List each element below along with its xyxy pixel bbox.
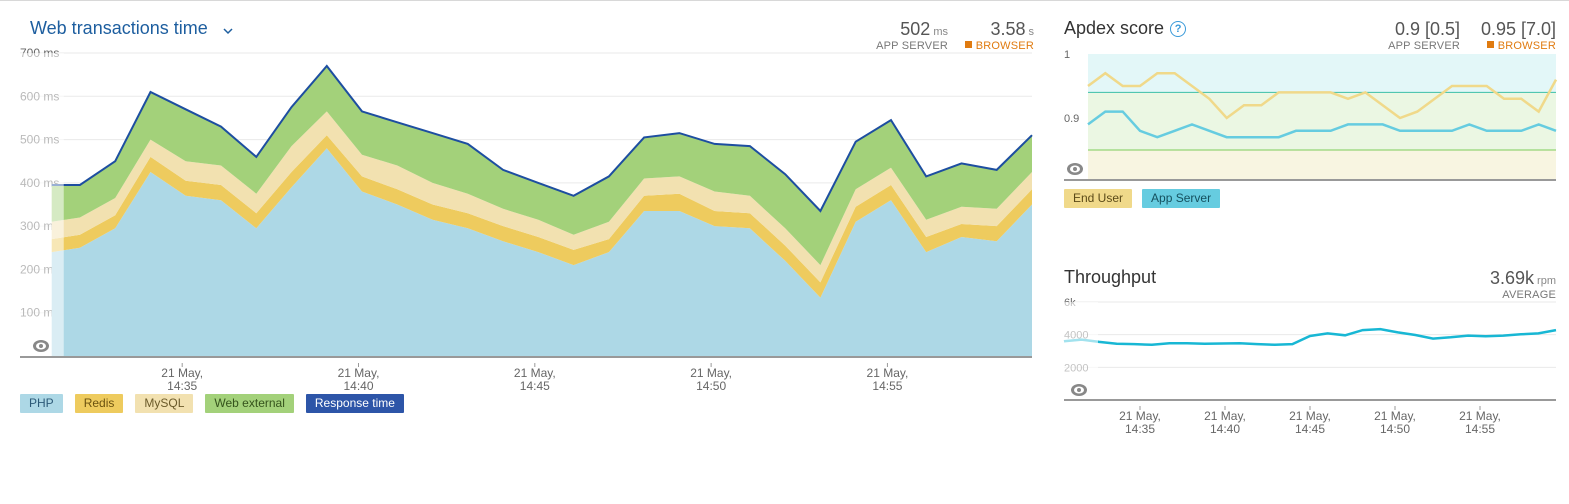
web-chart-title-dropdown[interactable]: Web transactions time	[30, 18, 233, 40]
web-app-server-unit: ms	[933, 26, 948, 38]
eye-icon-pupil	[39, 344, 43, 348]
eye-icon	[1071, 384, 1087, 396]
x-tick-date-4: 21 May,	[1459, 409, 1501, 423]
top-border	[0, 0, 1569, 1]
x-tick-date-3: 21 May,	[1374, 409, 1416, 423]
apdex-legend: End User App Server	[1064, 189, 1221, 208]
throughput-line	[1063, 327, 1557, 347]
x-tick-time-2: 14:45	[520, 379, 550, 393]
web-transactions-chart: 700 ms600 ms500 ms400 ms300 ms200 ms100 …	[20, 46, 1033, 393]
x-tick-time-0: 14:35	[167, 379, 197, 393]
x-tick-time-4: 14:55	[872, 379, 902, 393]
web-browser-value: 3.58	[990, 19, 1026, 39]
throughput-value: 3.69k	[1490, 268, 1535, 288]
eye-icon	[1067, 163, 1083, 175]
legend-response-time[interactable]: Response time	[305, 394, 404, 413]
legend-web-external[interactable]: Web external	[205, 394, 294, 413]
apdex-y-tick-1: 0.9	[1064, 113, 1079, 125]
apdex-app-server-value: 0.9 [0.5]	[1394, 19, 1460, 39]
apdex-fair-zone	[1088, 150, 1556, 180]
apdex-title: Apdex score	[1064, 18, 1165, 38]
eye-icon-pupil	[1077, 388, 1081, 392]
web-browser-unit: s	[1028, 26, 1035, 38]
apdex-chart: 10.9	[1064, 49, 1558, 181]
chevron-down-icon	[223, 19, 233, 40]
x-tick-date-1: 21 May,	[1204, 409, 1246, 423]
legend-mysql[interactable]: MySQL	[135, 394, 194, 413]
apdex-browser-value: 0.95 [7.0]	[1480, 19, 1556, 39]
help-icon[interactable]: ?	[1170, 21, 1187, 37]
x-tick-date-2: 21 May,	[1289, 409, 1331, 423]
x-tick-date-0: 21 May,	[1119, 409, 1161, 423]
web-app-server-value: 502	[900, 19, 931, 39]
x-tick-date-4: 21 May,	[867, 366, 909, 380]
x-tick-time-1: 14:40	[1210, 422, 1240, 436]
apdex-good-zone	[1088, 92, 1556, 150]
throughput-chart: 6k4000200021 May,14:3521 May,14:4021 May…	[1063, 297, 1557, 436]
legend-redis[interactable]: Redis	[74, 394, 124, 413]
legend-end-user[interactable]: End User	[1064, 189, 1133, 208]
x-tick-time-2: 14:45	[1295, 422, 1325, 436]
x-tick-date-2: 21 May,	[514, 366, 556, 380]
x-tick-time-3: 14:50	[1380, 422, 1410, 436]
x-tick-time-1: 14:40	[343, 379, 373, 393]
x-tick-time-4: 14:55	[1465, 422, 1495, 436]
legend-php[interactable]: PHP	[20, 394, 63, 413]
web-legend: PHP Redis MySQL Web external Response ti…	[20, 394, 404, 413]
throughput-title: Throughput	[1064, 267, 1157, 287]
x-tick-date-3: 21 May,	[690, 366, 732, 380]
x-tick-date-0: 21 May,	[161, 366, 203, 380]
apdex-y-tick-0: 1	[1064, 49, 1070, 61]
eye-icon	[33, 340, 49, 352]
legend-app-server[interactable]: App Server	[1142, 189, 1221, 208]
apdex-title-row: Apdex score?	[1064, 18, 1187, 39]
x-tick-time-3: 14:50	[696, 379, 726, 393]
x-tick-date-1: 21 May,	[338, 366, 380, 380]
faded-region	[20, 53, 64, 356]
web-chart-title: Web transactions time	[30, 18, 208, 38]
eye-icon-pupil	[1073, 167, 1077, 171]
throughput-unit: rpm	[1537, 275, 1556, 287]
x-tick-time-0: 14:35	[1125, 422, 1155, 436]
